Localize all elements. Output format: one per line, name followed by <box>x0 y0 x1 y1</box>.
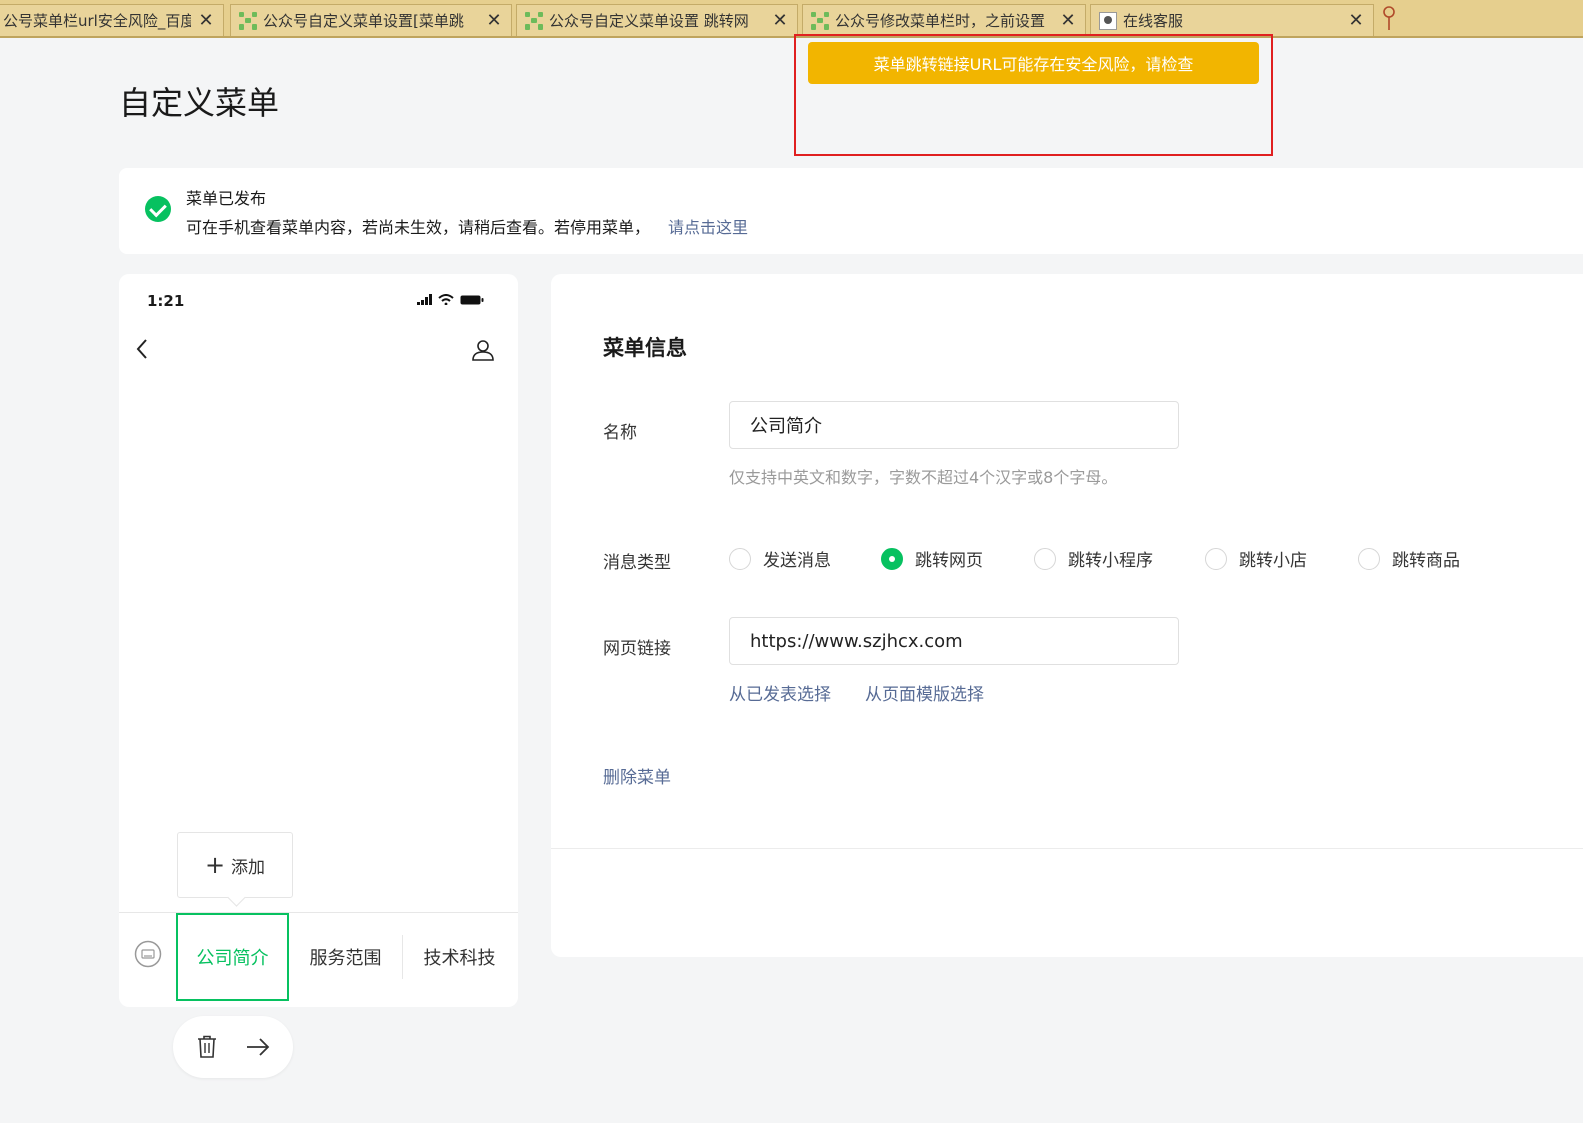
signal-icon <box>417 294 432 305</box>
arrow-right-icon[interactable] <box>245 1036 271 1058</box>
radio-label: 发送消息 <box>763 551 831 571</box>
browser-tab[interactable]: 公众号自定义菜单设置 跳转网 ✕ <box>516 4 798 36</box>
radio-label: 跳转网页 <box>915 551 983 571</box>
keyboard-icon[interactable] <box>134 940 162 968</box>
notice-title: 菜单已发布 <box>186 189 267 208</box>
notice-text: 可在手机查看菜单内容，若尚未生效，请稍后查看。若停用菜单， 请点击这里 <box>186 214 748 238</box>
browser-tab[interactable]: 公号菜单栏url安全风险_百度 ✕ <box>0 4 224 36</box>
status-time: 1:21 <box>147 292 185 310</box>
phone-menu-bar: 公司简介 服务范围 技术科技 <box>119 912 518 1007</box>
disable-menu-link[interactable]: 请点击这里 <box>668 218 748 237</box>
browser-tab[interactable]: 在线客服 ✕ <box>1090 4 1374 36</box>
status-icons <box>417 294 484 305</box>
menu-tools <box>173 1016 293 1078</box>
radio-jump-webpage[interactable]: 跳转网页 <box>881 546 983 571</box>
name-input[interactable]: 公司简介 <box>729 401 1179 449</box>
plus-icon: + <box>204 851 226 879</box>
close-icon[interactable]: ✕ <box>1059 10 1077 31</box>
radio-label: 跳转小程序 <box>1068 551 1153 571</box>
browser-tab[interactable]: 公众号自定义菜单设置[菜单跳 ✕ <box>230 4 512 36</box>
pick-template-link[interactable]: 从页面模版选择 <box>865 680 984 705</box>
check-circle-icon <box>145 196 171 222</box>
page-title: 自定义菜单 <box>119 84 280 122</box>
radio-dot <box>881 547 903 570</box>
radio-dot <box>1358 547 1380 570</box>
close-icon[interactable]: ✕ <box>197 10 215 31</box>
browser-tab[interactable]: 公众号修改菜单栏时，之前设置 ✕ <box>802 4 1086 36</box>
trash-icon[interactable] <box>197 1035 217 1059</box>
menu-item-company[interactable]: 公司简介 <box>176 913 289 1001</box>
tab-title: 公众号自定义菜单设置 跳转网 <box>549 12 749 30</box>
menu-editor-panel: 菜单信息 名称 公司简介 仅支持中英文和数字，字数不超过4个汉字或8个字母。 消… <box>551 274 1583 957</box>
add-submenu-button[interactable]: + 添加 <box>177 832 293 898</box>
site-grid-icon <box>239 11 257 30</box>
delete-menu-link[interactable]: 删除菜单 <box>603 763 671 788</box>
wifi-icon <box>438 294 454 305</box>
close-icon[interactable]: ✕ <box>771 10 789 31</box>
site-grid-icon <box>525 11 543 30</box>
tab-title: 在线客服 <box>1123 12 1184 30</box>
battery-icon <box>460 295 484 305</box>
type-label: 消息类型 <box>603 553 671 573</box>
radio-dot <box>1205 547 1227 570</box>
url-risk-warning: 菜单跳转链接URL可能存在安全风险，请检查 <box>808 42 1259 84</box>
chat-page-icon <box>1099 11 1117 30</box>
menu-item-tech[interactable]: 技术科技 <box>403 913 516 1001</box>
panel-divider <box>551 848 1583 849</box>
close-icon[interactable]: ✕ <box>1347 10 1365 31</box>
pin-icon[interactable] <box>1382 4 1396 32</box>
close-icon[interactable]: ✕ <box>485 10 503 31</box>
pick-published-link[interactable]: 从已发表选择 <box>729 680 831 705</box>
name-label: 名称 <box>603 423 637 443</box>
section-title: 菜单信息 <box>603 336 687 360</box>
phone-preview: 1:21 + 添加 公司简介 服务范围 技术科技 <box>119 274 518 1007</box>
radio-label: 跳转小店 <box>1239 551 1307 571</box>
add-label: 添加 <box>231 857 266 878</box>
publish-notice: 菜单已发布 可在手机查看菜单内容，若尚未生效，请稍后查看。若停用菜单， 请点击这里 <box>119 168 1583 254</box>
radio-dot <box>1034 547 1056 570</box>
url-label: 网页链接 <box>603 639 671 659</box>
notice-message: 可在手机查看菜单内容，若尚未生效，请稍后查看。若停用菜单， <box>186 218 651 237</box>
radio-jump-miniprogram[interactable]: 跳转小程序 <box>1034 546 1153 571</box>
tab-title: 公众号修改菜单栏时，之前设置 <box>835 12 1046 30</box>
browser-tab-strip: 公号菜单栏url安全风险_百度 ✕ 公众号自定义菜单设置[菜单跳 ✕ 公众号自定… <box>0 0 1583 38</box>
message-type-group: 发送消息 跳转网页 跳转小程序 跳转小店 跳转商品 <box>729 546 1549 571</box>
menu-item-services[interactable]: 服务范围 <box>289 913 402 1001</box>
radio-jump-shop[interactable]: 跳转小店 <box>1205 546 1307 571</box>
back-icon[interactable] <box>135 338 149 360</box>
user-icon[interactable] <box>471 338 495 362</box>
tab-title: 公众号自定义菜单设置[菜单跳 <box>263 12 464 30</box>
name-hint: 仅支持中英文和数字，字数不超过4个汉字或8个字母。 <box>729 468 1118 487</box>
radio-dot <box>729 547 751 570</box>
url-input[interactable]: https://www.szjhcx.com <box>729 617 1179 665</box>
site-grid-icon <box>811 11 829 30</box>
radio-label: 跳转商品 <box>1392 551 1460 571</box>
radio-send-message[interactable]: 发送消息 <box>729 546 831 571</box>
tab-title: 公号菜单栏url安全风险_百度 <box>3 12 191 30</box>
radio-jump-product[interactable]: 跳转商品 <box>1358 546 1460 571</box>
